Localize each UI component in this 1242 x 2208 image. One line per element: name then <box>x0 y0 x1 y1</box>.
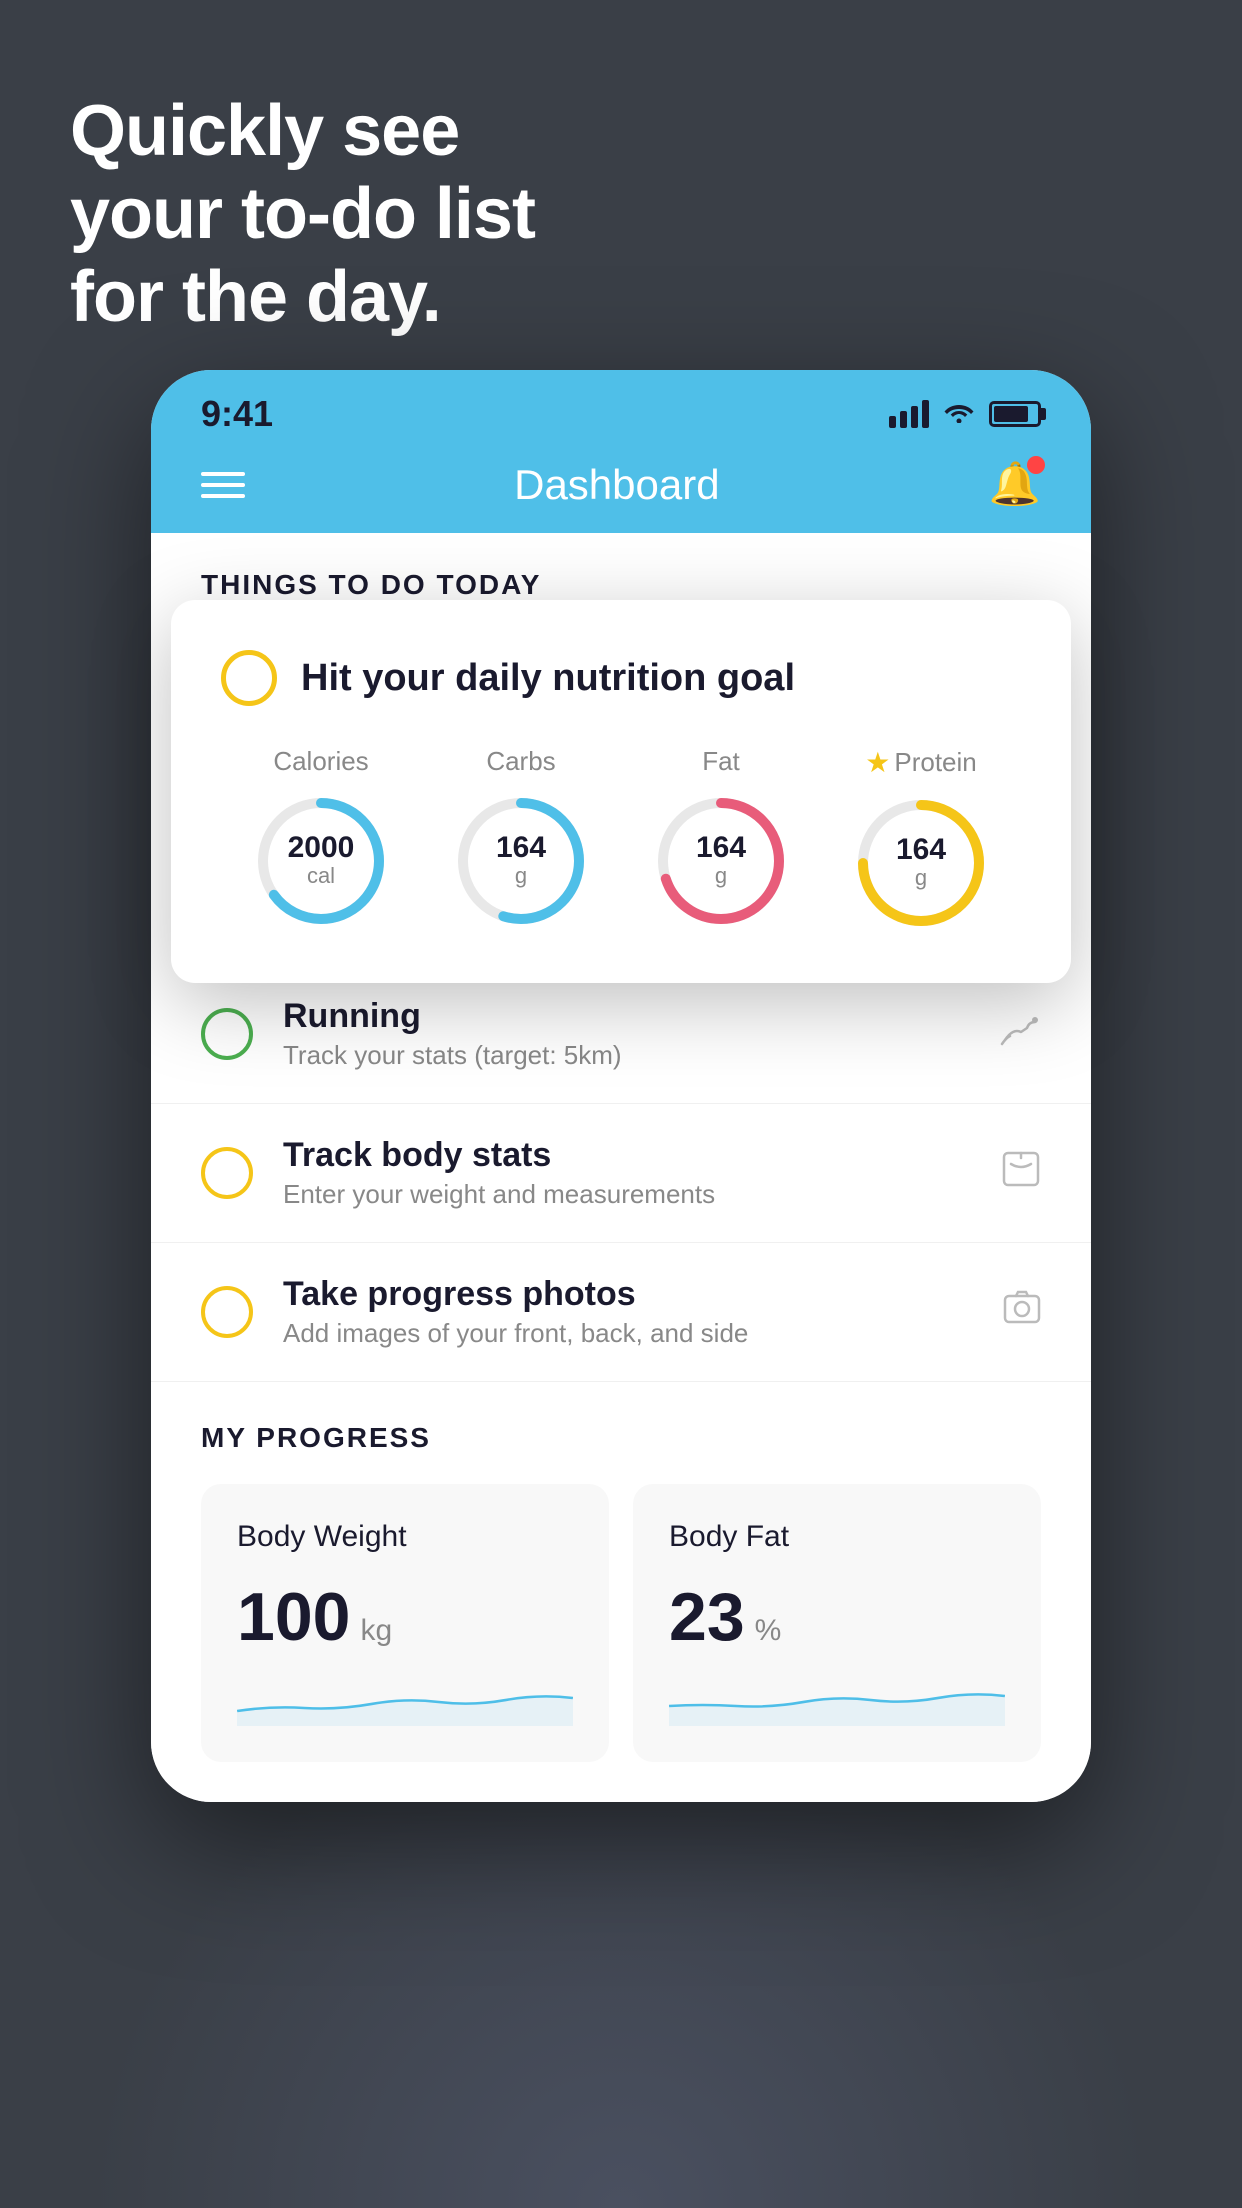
todo-circle-body-stats <box>201 1147 253 1199</box>
todo-sub-body-stats: Enter your weight and measurements <box>283 1179 971 1210</box>
body-fat-unit: % <box>755 1614 782 1648</box>
todo-item-running[interactable]: Running Track your stats (target: 5km) <box>151 965 1091 1104</box>
carbs-unit: g <box>496 863 546 889</box>
progress-title: MY PROGRESS <box>201 1422 1041 1454</box>
scale-icon <box>1001 1150 1041 1197</box>
carbs-number: 164 <box>496 833 546 863</box>
running-icon <box>999 1012 1041 1057</box>
todo-text-running: Running Track your stats (target: 5km) <box>283 997 969 1071</box>
card-header: Hit your daily nutrition goal <box>221 650 1021 706</box>
todo-sub-progress-photos: Add images of your front, back, and side <box>283 1318 973 1349</box>
todo-item-progress-photos[interactable]: Take progress photos Add images of your … <box>151 1243 1091 1382</box>
fat-number: 164 <box>696 833 746 863</box>
calories-number: 2000 <box>288 833 355 863</box>
calories-unit: cal <box>288 863 355 889</box>
todo-name-running: Running <box>283 997 969 1036</box>
todo-name-body-stats: Track body stats <box>283 1136 971 1175</box>
star-icon: ★ <box>865 746 890 779</box>
headline: Quickly see your to-do list for the day. <box>70 90 535 338</box>
photo-icon <box>1003 1290 1041 1335</box>
calories-chart: 2000 cal <box>251 791 391 931</box>
signal-icon <box>889 400 929 428</box>
nutrition-indicator <box>221 650 277 706</box>
body-fat-value: 23 % <box>669 1578 1005 1656</box>
hamburger-menu[interactable] <box>201 472 245 498</box>
nutrition-calories: Calories 2000 cal <box>251 746 391 931</box>
todo-item-body-stats[interactable]: Track body stats Enter your weight and m… <box>151 1104 1091 1243</box>
carbs-label: Carbs <box>486 746 555 777</box>
protein-label-wrapper: ★ Protein <box>865 746 977 779</box>
protein-value-text: 164 g <box>896 835 946 891</box>
body-fat-number: 23 <box>669 1578 745 1656</box>
calories-label: Calories <box>273 746 368 777</box>
body-weight-value: 100 kg <box>237 1578 573 1656</box>
todo-text-progress-photos: Take progress photos Add images of your … <box>283 1275 973 1349</box>
nutrition-fat: Fat 164 g <box>651 746 791 931</box>
nutrition-card: Hit your daily nutrition goal Calories 2… <box>171 600 1071 983</box>
protein-unit: g <box>896 865 946 891</box>
todo-name-progress-photos: Take progress photos <box>283 1275 973 1314</box>
wifi-icon <box>943 398 975 430</box>
todo-circle-progress-photos <box>201 1286 253 1338</box>
protein-label: Protein <box>894 747 976 778</box>
fat-value-text: 164 g <box>696 833 746 889</box>
nutrition-card-title: Hit your daily nutrition goal <box>301 657 795 700</box>
fat-unit: g <box>696 863 746 889</box>
nav-title: Dashboard <box>514 461 719 509</box>
protein-number: 164 <box>896 835 946 865</box>
calories-value-text: 2000 cal <box>288 833 355 889</box>
battery-icon <box>989 401 1041 427</box>
carbs-chart: 164 g <box>451 791 591 931</box>
todo-circle-running <box>201 1008 253 1060</box>
protein-chart: 164 g <box>851 793 991 933</box>
status-icons <box>889 398 1041 430</box>
body-weight-chart <box>237 1676 573 1726</box>
body-weight-unit: kg <box>360 1614 392 1648</box>
body-weight-card[interactable]: Body Weight 100 kg <box>201 1484 609 1762</box>
nutrition-protein: ★ Protein 164 g <box>851 746 991 933</box>
notification-dot <box>1027 456 1045 474</box>
fat-label: Fat <box>702 746 740 777</box>
carbs-value-text: 164 g <box>496 833 546 889</box>
fat-chart: 164 g <box>651 791 791 931</box>
body-fat-chart <box>669 1676 1005 1726</box>
todo-sub-running: Track your stats (target: 5km) <box>283 1040 969 1071</box>
body-weight-number: 100 <box>237 1578 350 1656</box>
todo-text-body-stats: Track body stats Enter your weight and m… <box>283 1136 971 1210</box>
progress-cards: Body Weight 100 kg Body Fat <box>201 1484 1041 1762</box>
body-weight-title: Body Weight <box>237 1520 573 1554</box>
phone-frame: 9:41 Da <box>151 370 1091 1802</box>
progress-section: MY PROGRESS Body Weight 100 kg <box>151 1382 1091 1802</box>
bell-icon[interactable]: 🔔 <box>989 460 1041 509</box>
status-time: 9:41 <box>201 393 273 435</box>
body-fat-card[interactable]: Body Fat 23 % <box>633 1484 1041 1762</box>
status-bar: 9:41 <box>151 370 1091 440</box>
nutrition-carbs: Carbs 164 g <box>451 746 591 931</box>
nutrition-circles: Calories 2000 cal Carbs <box>221 746 1021 933</box>
body-fat-title: Body Fat <box>669 1520 1005 1554</box>
nav-bar: Dashboard 🔔 <box>151 440 1091 533</box>
